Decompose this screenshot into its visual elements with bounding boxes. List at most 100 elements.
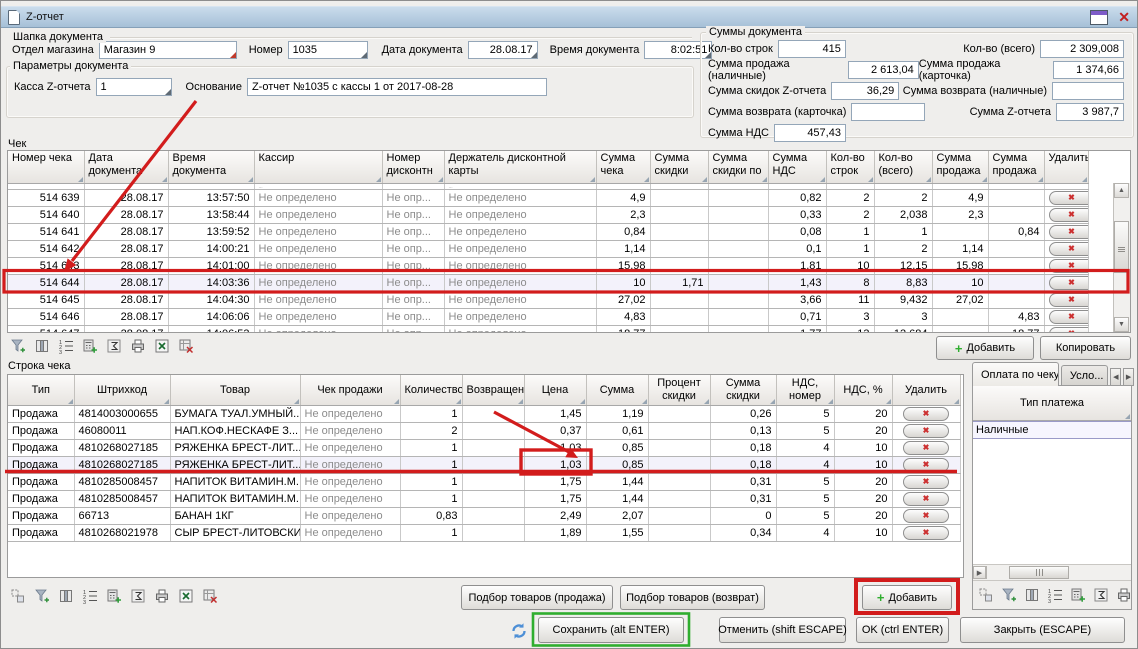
sum-icon[interactable]	[104, 337, 124, 355]
table-cell[interactable]: 1,81	[768, 258, 826, 275]
table-cell[interactable]: НАПИТОК ВИТАМИН.М...	[170, 491, 300, 508]
table-row[interactable]: 514 64228.08.1714:00:21Не определеноНе о…	[8, 241, 1088, 258]
table-cell[interactable]: 5	[776, 406, 834, 423]
table-cell[interactable]: 20	[834, 491, 892, 508]
filter-icon[interactable]	[999, 586, 1019, 604]
sum-field-value[interactable]: 1 374,66	[1053, 61, 1124, 79]
calculator-add-icon[interactable]	[1068, 586, 1088, 604]
table-row[interactable]: 514 63928.08.1713:57:50Не определеноНе о…	[8, 190, 1088, 207]
table-cell[interactable]	[988, 207, 1044, 224]
filter-icon[interactable]	[8, 337, 28, 355]
table-cell[interactable]: 1,75	[524, 491, 586, 508]
table-cell[interactable]: 4810285008457	[74, 474, 170, 491]
table-cell[interactable]: НАП.КОФ.НЕСКАФЕ З...	[170, 423, 300, 440]
table-cell[interactable]	[708, 224, 768, 241]
table-cell[interactable]: Продажа	[8, 457, 74, 474]
table-row[interactable]: Продажа4810268027185РЯЖЕНКА БРЕСТ-ЛИТ...…	[8, 440, 960, 457]
ok-button[interactable]: OK (ctrl ENTER)	[856, 617, 949, 643]
table-cell[interactable]: Не опр...	[382, 275, 444, 292]
table-cell[interactable]	[988, 241, 1044, 258]
table-cell[interactable]	[648, 525, 710, 542]
table-cell[interactable]: 2,49	[524, 508, 586, 525]
table-cell[interactable]: Продажа	[8, 525, 74, 542]
delete-row-button[interactable]: ✖	[903, 424, 949, 438]
table-cell[interactable]: 5	[776, 491, 834, 508]
table-cell[interactable]: 2,038	[874, 207, 932, 224]
sum-field-value[interactable]: 3 987,7	[1056, 103, 1124, 121]
table-cell[interactable]	[708, 292, 768, 309]
table-cell[interactable]: Продажа	[8, 440, 74, 457]
column-header[interactable]: Дата документа	[84, 151, 168, 184]
table-cell[interactable]: 1,14	[932, 241, 988, 258]
column-header[interactable]: НДС, номер	[776, 375, 834, 406]
table-cell[interactable]: 46080011	[74, 423, 170, 440]
delete-row-button[interactable]: ✖	[1049, 191, 1089, 205]
table-row[interactable]: 514 64428.08.1714:03:36Не определеноНе о…	[8, 275, 1088, 292]
table-cell[interactable]: 10	[596, 275, 650, 292]
table-row[interactable]: Продажа4810268021978СЫР БРЕСТ-ЛИТОВСКИ..…	[8, 525, 960, 542]
table-cell[interactable]: РЯЖЕНКА БРЕСТ-ЛИТ...	[170, 440, 300, 457]
delete-row-button[interactable]: ✖	[903, 526, 949, 540]
print-icon[interactable]	[152, 587, 172, 605]
delete-row-button[interactable]: ✖	[903, 407, 949, 421]
table-cell[interactable]: 1,43	[768, 275, 826, 292]
table-row[interactable]: 514 64528.08.1714:04:30Не определеноНе о…	[8, 292, 1088, 309]
copy-check-button[interactable]: Копировать	[1040, 336, 1131, 360]
table-cell[interactable]: 4814003000655	[74, 406, 170, 423]
sum-field-value[interactable]: 36,29	[831, 82, 899, 100]
columns-icon[interactable]	[1022, 586, 1042, 604]
table-cell[interactable]: 2,07	[586, 508, 648, 525]
table-cell[interactable]: 514 643	[8, 258, 84, 275]
sum-field-value[interactable]: 457,43	[774, 124, 846, 142]
delete-row-button[interactable]: ✖	[903, 509, 949, 523]
table-cell[interactable]: БУМАГА ТУАЛ.УМНЫЙ...	[170, 406, 300, 423]
table-cell[interactable]: Продажа	[8, 423, 74, 440]
table-row[interactable]: Продажа4810268027185РЯЖЕНКА БРЕСТ-ЛИТ...…	[8, 457, 960, 474]
table-cell[interactable]	[648, 423, 710, 440]
scrollbar-thumb[interactable]	[1114, 221, 1129, 273]
table-cell[interactable]: Не опр...	[382, 258, 444, 275]
table-cell[interactable]: 2	[826, 190, 874, 207]
table-cell[interactable]: 12,15	[874, 258, 932, 275]
table-cell[interactable]: 28.08.17	[84, 207, 168, 224]
column-header[interactable]: Штрихкод	[74, 375, 170, 406]
table-cell[interactable]	[650, 207, 708, 224]
table-cell[interactable]: Не определено	[254, 207, 382, 224]
table-cell[interactable]: 1,89	[524, 525, 586, 542]
table-cell[interactable]: Не определено	[444, 292, 596, 309]
print-icon[interactable]	[128, 337, 148, 355]
delete-row-button[interactable]: ✖	[1049, 259, 1089, 273]
table-cell[interactable]: 1	[400, 474, 462, 491]
column-header[interactable]: Тип	[8, 375, 74, 406]
table-cell[interactable]: 4,9	[596, 190, 650, 207]
save-button[interactable]: Сохранить (alt ENTER)	[538, 617, 684, 643]
column-header[interactable]: Сумма скидки по	[708, 151, 768, 184]
sum-field-value[interactable]	[851, 103, 925, 121]
table-cell[interactable]	[462, 406, 524, 423]
column-header[interactable]: Удалить	[1044, 151, 1088, 184]
column-header[interactable]: Количество	[400, 375, 462, 406]
table-cell[interactable]: Не определено	[254, 275, 382, 292]
table-cell[interactable]: 1	[400, 406, 462, 423]
table-cell[interactable]: 14:06:53	[168, 326, 254, 334]
table-cell[interactable]: 4810268027185	[74, 440, 170, 457]
cash-register-input[interactable]: 1	[96, 78, 172, 96]
table-row[interactable]: 514 64028.08.1713:58:44Не определеноНе о…	[8, 207, 1088, 224]
column-header[interactable]: Чек продажи	[300, 375, 400, 406]
pick-goods-return-button[interactable]: Подбор товаров (возврат)	[620, 585, 765, 610]
table-cell[interactable]: 4,83	[988, 309, 1044, 326]
tab-scroll-left-icon[interactable]: ◀	[1110, 368, 1121, 386]
table-cell[interactable]: 1	[400, 457, 462, 474]
table-cell[interactable]: Не определено	[444, 258, 596, 275]
table-cell[interactable]	[462, 491, 524, 508]
table-cell[interactable]	[708, 309, 768, 326]
table-cell[interactable]: 0,26	[710, 406, 776, 423]
table-cell[interactable]: 1,03	[524, 440, 586, 457]
table-cell[interactable]: НАПИТОК ВИТАМИН.М...	[170, 474, 300, 491]
table-cell[interactable]: 1,45	[524, 406, 586, 423]
table-cell[interactable]	[462, 474, 524, 491]
table-cell[interactable]	[988, 292, 1044, 309]
basis-input[interactable]: Z-отчет №1035 с кассы 1 от 2017-08-28	[247, 78, 547, 96]
table-cell[interactable]: 14:01:00	[168, 258, 254, 275]
table-cell[interactable]	[988, 258, 1044, 275]
